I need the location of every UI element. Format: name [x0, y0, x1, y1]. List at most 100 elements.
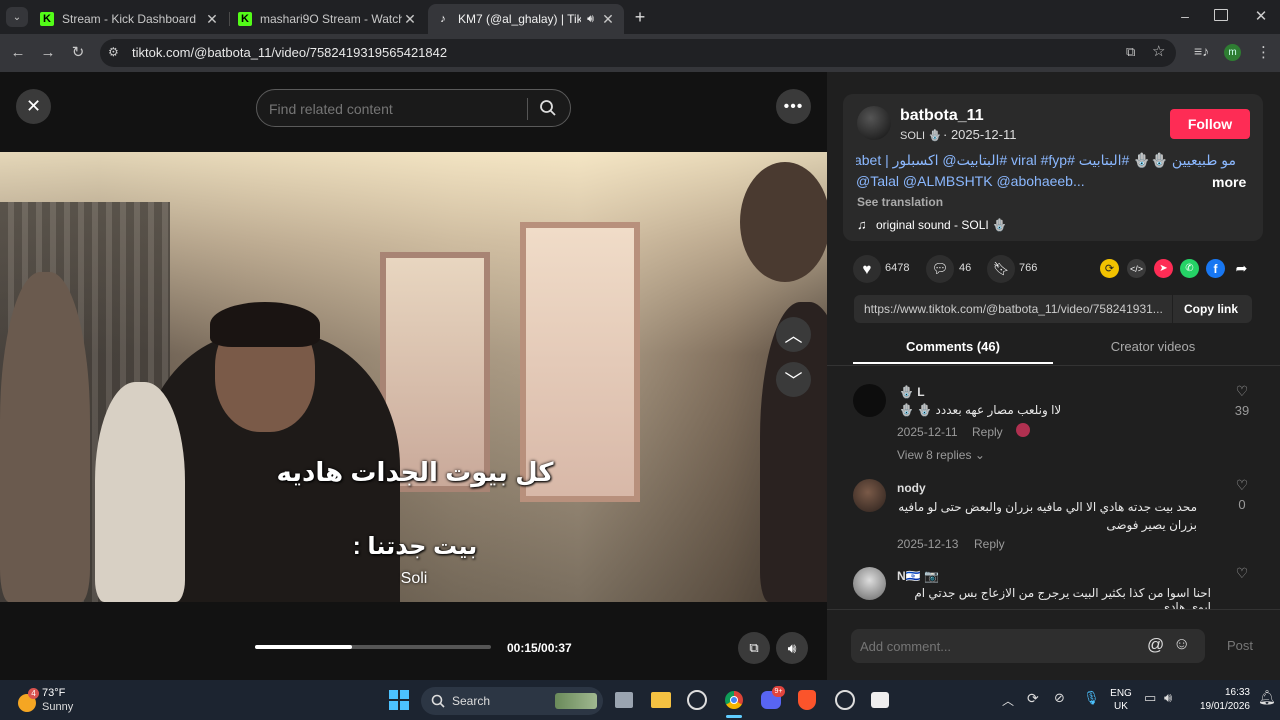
- tab-mashari-stream[interactable]: K mashari9O Stream - Watch Live ✕: [230, 4, 426, 34]
- steam-icon[interactable]: [835, 690, 855, 710]
- comment-reply-button[interactable]: Reply: [972, 425, 1003, 439]
- close-icon[interactable]: ✕: [600, 11, 616, 28]
- new-tab-button[interactable]: +: [630, 7, 650, 27]
- add-comment-input[interactable]: [860, 637, 1140, 655]
- send-to-friends-icon[interactable]: ➤: [1154, 259, 1173, 278]
- bookmark-star-icon[interactable]: ☆: [1152, 42, 1165, 60]
- close-icon[interactable]: ✕: [402, 11, 418, 28]
- share-arrow-icon[interactable]: ➦: [1232, 259, 1251, 278]
- comment-like-button[interactable]: ♡: [1232, 565, 1252, 582]
- sync-icon[interactable]: ⟳: [1027, 690, 1039, 707]
- comment-like-count: 39: [1234, 403, 1250, 418]
- description-line-2[interactable]: @Talal @ALMBSHTK @abohaeeb...: [856, 173, 1085, 189]
- chrome-icon[interactable]: [724, 690, 744, 710]
- media-control-icon[interactable]: ≡♪: [1194, 43, 1209, 59]
- speaker-icon[interactable]: 🔊︎: [587, 13, 594, 26]
- comment-avatar[interactable]: [853, 567, 886, 600]
- close-icon[interactable]: ✕: [204, 11, 220, 28]
- network-icon[interactable]: ▭: [1144, 690, 1156, 706]
- show-hidden-icons[interactable]: ︿: [1002, 692, 1014, 709]
- kick-icon: K: [40, 12, 54, 26]
- start-button[interactable]: [389, 690, 409, 710]
- copy-link-button[interactable]: Copy link: [1184, 302, 1238, 316]
- related-search-input[interactable]: [269, 99, 519, 119]
- author-nickname: SOLI 🪬: [900, 130, 942, 142]
- file-explorer-icon[interactable]: [651, 692, 671, 708]
- post-comment-button[interactable]: Post: [1227, 638, 1253, 653]
- view-replies-link[interactable]: View 8 replies ⌄: [897, 448, 985, 462]
- comment-reply-button[interactable]: Reply: [974, 537, 1005, 551]
- obs-icon[interactable]: [687, 690, 707, 710]
- tab-strip: ⌄ K Stream - Kick Dashboard ✕ K mashari9…: [0, 0, 1280, 34]
- microphone-icon[interactable]: 🎙︎: [1083, 690, 1100, 706]
- taskbar-search-label: Search: [452, 694, 491, 708]
- volume-icon[interactable]: 🔊︎: [1164, 690, 1172, 706]
- tab-search-button[interactable]: ⌄: [6, 7, 28, 27]
- share-link-text[interactable]: https://www.tiktok.com/@batbota_11/video…: [864, 302, 1169, 316]
- more-link[interactable]: more: [1212, 174, 1246, 190]
- comment-avatar[interactable]: [853, 479, 886, 512]
- minimize-button[interactable]: –: [1176, 8, 1194, 26]
- comment-username[interactable]: N🇮🇱 📷: [897, 569, 939, 583]
- install-app-icon[interactable]: ⧉: [1126, 44, 1135, 60]
- save-button[interactable]: 🔖︎: [987, 255, 1015, 283]
- comment-like-button[interactable]: ♡: [1232, 383, 1252, 400]
- video-player[interactable]: كل بيوت الجدات هاديه بيت جدتنا : Soli: [0, 152, 827, 602]
- previous-video-button[interactable]: ︿: [776, 317, 811, 352]
- profile-avatar[interactable]: m: [1224, 44, 1241, 61]
- forward-button[interactable]: →: [37, 42, 59, 64]
- more-options-button[interactable]: •••: [776, 89, 811, 124]
- close-window-button[interactable]: ✕: [1252, 7, 1270, 25]
- mini-player-button[interactable]: ⧉: [738, 632, 770, 664]
- whatsapp-icon[interactable]: ✆: [1180, 259, 1199, 278]
- clock[interactable]: 16:33 19/01/2026: [1188, 686, 1250, 714]
- weather-widget[interactable]: 4 73°F Sunny: [14, 686, 94, 716]
- reload-button[interactable]: ↻: [67, 42, 89, 64]
- site-info-icon[interactable]: ⚙: [108, 45, 119, 59]
- progress-bar[interactable]: [255, 645, 491, 649]
- comment-username[interactable]: nody: [897, 481, 926, 495]
- tab-comments[interactable]: Comments (46): [853, 332, 1053, 364]
- author-avatar[interactable]: [857, 106, 891, 140]
- eye-off-icon[interactable]: ⊘: [1054, 690, 1065, 706]
- sound-link[interactable]: original sound - SOLI 🪬: [876, 218, 1007, 232]
- comment-username[interactable]: 🪬 L: [899, 385, 925, 399]
- author-username[interactable]: batbota_11: [900, 107, 984, 125]
- maximize-button[interactable]: [1214, 9, 1228, 21]
- tab-creator-videos[interactable]: Creator videos: [1053, 332, 1253, 364]
- omnibox[interactable]: ⚙ tiktok.com/@batbota_11/video/758241931…: [100, 39, 1176, 67]
- address-bar-row: ← → ↻ ⚙ tiktok.com/@batbota_11/video/758…: [0, 34, 1280, 72]
- emoji-icon[interactable]: ☺: [1173, 634, 1190, 654]
- language-indicator[interactable]: ENG UK: [1108, 687, 1134, 713]
- see-translation-link[interactable]: See translation: [857, 195, 943, 209]
- comment-text: احنا اسوا من كذا بكثير البيت يرجرج من ال…: [914, 586, 1211, 609]
- notification-icon[interactable]: 🔔︎: [1258, 689, 1276, 706]
- kebab-menu-icon[interactable]: ⋮: [1256, 43, 1271, 61]
- tab-kick-dashboard[interactable]: K Stream - Kick Dashboard ✕: [32, 4, 228, 34]
- tab-title: Stream - Kick Dashboard: [62, 12, 197, 26]
- embed-icon[interactable]: </>: [1127, 259, 1146, 278]
- comment-date: 2025-12-11: [897, 425, 958, 439]
- volume-button[interactable]: 🔊︎: [776, 632, 808, 664]
- comment-avatar[interactable]: [853, 384, 886, 417]
- back-button[interactable]: ←: [7, 42, 29, 64]
- follow-button[interactable]: Follow: [1170, 109, 1250, 139]
- related-search[interactable]: [256, 89, 571, 127]
- close-video-button[interactable]: ✕: [16, 89, 51, 124]
- brave-icon[interactable]: [798, 690, 816, 710]
- app-icon[interactable]: [871, 692, 889, 708]
- taskbar-search[interactable]: Search: [421, 687, 603, 715]
- next-video-button[interactable]: ﹀: [776, 362, 811, 397]
- add-comment-box[interactable]: @ ☺: [851, 629, 1205, 663]
- facebook-icon[interactable]: f: [1206, 259, 1225, 278]
- like-button[interactable]: ♥: [853, 255, 881, 283]
- search-icon[interactable]: [539, 99, 557, 117]
- comment-button[interactable]: 💬︎: [926, 255, 954, 283]
- tab-comments-label: Comments (46): [906, 339, 1000, 354]
- tab-tiktok[interactable]: ♪ KM7 (@al_ghalay) | TikTok 🔊︎ ✕: [428, 4, 624, 34]
- comment-like-button[interactable]: ♡: [1232, 477, 1252, 494]
- save-count: 766: [1019, 262, 1038, 274]
- task-view-icon[interactable]: [615, 692, 633, 708]
- mention-icon[interactable]: @: [1147, 635, 1164, 655]
- repost-icon[interactable]: ⟳: [1100, 259, 1119, 278]
